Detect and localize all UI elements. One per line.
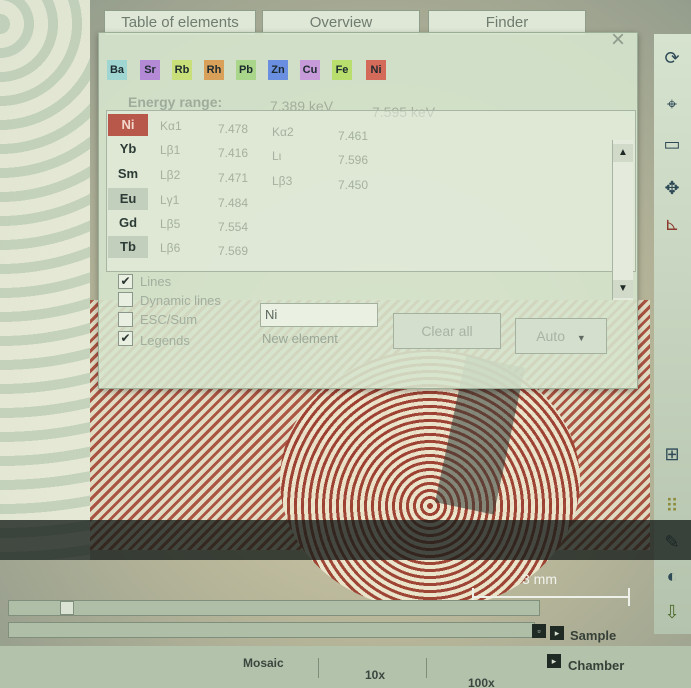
- mode-10x[interactable]: 10x: [365, 668, 385, 682]
- ruler-icon[interactable]: ⊾: [658, 210, 686, 238]
- lines-scrollbar[interactable]: ▲ ▼: [612, 140, 633, 300]
- scroll-up-icon[interactable]: ▲: [613, 144, 633, 162]
- image-bottom-band: [0, 520, 691, 560]
- lines-checkbox[interactable]: ✔: [118, 274, 133, 289]
- element-chip-sr[interactable]: Sr: [140, 60, 160, 80]
- element-chip-rh[interactable]: Rh: [204, 60, 224, 80]
- element-chip-ba[interactable]: Ba: [107, 60, 127, 80]
- chamber-label: Chamber: [568, 658, 625, 673]
- chevron-down-icon: ▼: [576, 333, 586, 343]
- line-cell: 7.554: [218, 220, 249, 234]
- sample-slider[interactable]: [8, 622, 535, 638]
- dynamic-lines-label: Dynamic lines: [140, 293, 221, 308]
- line-cell: Lβ6: [160, 241, 181, 255]
- dynamic-lines-checkbox[interactable]: [118, 292, 133, 307]
- mode-100x[interactable]: 100x: [468, 676, 495, 688]
- element-chip-pb[interactable]: Pb: [236, 60, 256, 80]
- chamber-step-button[interactable]: ▸: [547, 654, 561, 668]
- sample-minus-button[interactable]: ▫: [532, 624, 546, 638]
- close-icon[interactable]: ×: [606, 28, 630, 52]
- lines-list: [106, 110, 636, 272]
- mode-mosaic[interactable]: Mosaic: [243, 656, 284, 670]
- line-cell: 7.484: [218, 196, 249, 210]
- crosshair-box-icon[interactable]: ⌖: [658, 90, 686, 118]
- line-cell: Kα2: [272, 125, 294, 139]
- element-chip-cu[interactable]: Cu: [300, 60, 320, 80]
- auto-dropdown-label: Auto: [536, 328, 565, 344]
- new-element-input[interactable]: Ni: [260, 303, 378, 327]
- line-row-symbol[interactable]: Yb: [108, 138, 148, 160]
- clear-all-button[interactable]: Clear all: [393, 313, 501, 349]
- sample-label: Sample: [570, 628, 617, 643]
- new-element-caption: New element: [262, 331, 338, 346]
- screen-photo: Table of elements Overview Finder × Ba S…: [0, 0, 691, 688]
- scroll-down-icon[interactable]: ▼: [613, 280, 633, 298]
- mode-separator: [318, 658, 319, 678]
- line-cell: Lβ2: [160, 168, 181, 182]
- line-row-symbol[interactable]: Ni: [108, 114, 148, 136]
- line-cell: 7.416: [218, 146, 249, 160]
- energy-range-label: Energy range:: [128, 94, 223, 110]
- esc-sum-checkbox[interactable]: [118, 312, 133, 327]
- line-cell: 7.569: [218, 244, 249, 258]
- auto-dropdown[interactable]: Auto ▼: [515, 318, 607, 354]
- sample-step-button[interactable]: ▸: [550, 626, 564, 640]
- element-chip-fe[interactable]: Fe: [332, 60, 352, 80]
- horizontal-scrollbar[interactable]: [8, 600, 540, 616]
- scale-tick-right: [628, 588, 630, 606]
- export-icon[interactable]: ⇩: [658, 598, 686, 626]
- scale-label: 3 mm: [522, 571, 557, 587]
- mode-separator: [426, 658, 427, 678]
- line-cell: 7.450: [338, 178, 369, 192]
- line-cell: 7.478: [218, 122, 249, 136]
- legends-label: Legends: [140, 333, 190, 348]
- refresh-icon[interactable]: ⟳: [658, 44, 686, 72]
- line-row-symbol[interactable]: Sm: [108, 163, 148, 185]
- line-cell: Lβ3: [272, 174, 293, 188]
- line-cell: Kα1: [160, 119, 182, 133]
- brightness-icon[interactable]: ◐: [658, 562, 686, 590]
- region-box-icon[interactable]: ▭: [658, 130, 686, 158]
- line-cell: 7.461: [338, 129, 369, 143]
- esc-sum-label: ESC/Sum: [140, 312, 198, 327]
- stamp-perforation: [0, 0, 90, 560]
- line-cell: 7.471: [218, 171, 249, 185]
- scale-bar: [472, 596, 630, 598]
- legends-checkbox[interactable]: ✔: [118, 331, 133, 346]
- element-chip-zn[interactable]: Zn: [268, 60, 288, 80]
- line-cell: Lι: [272, 149, 282, 163]
- dotted-grid-icon[interactable]: ⠿: [658, 492, 686, 520]
- line-row-symbol[interactable]: Eu: [108, 188, 148, 210]
- line-cell: Lβ5: [160, 217, 181, 231]
- element-chip-ni[interactable]: Ni: [366, 60, 386, 80]
- scroll-thumb[interactable]: [60, 601, 74, 615]
- line-cell: Lγ1: [160, 193, 180, 207]
- move-arrows-icon[interactable]: ✥: [658, 174, 686, 202]
- line-row-symbol[interactable]: Tb: [108, 236, 148, 258]
- lines-option-label: Lines: [140, 274, 172, 289]
- line-row-symbol[interactable]: Gd: [108, 212, 148, 234]
- line-cell: 7.596: [338, 153, 369, 167]
- grid-icon[interactable]: ⊞: [658, 440, 686, 468]
- element-chip-rb[interactable]: Rb: [172, 60, 192, 80]
- line-cell: Lβ1: [160, 143, 181, 157]
